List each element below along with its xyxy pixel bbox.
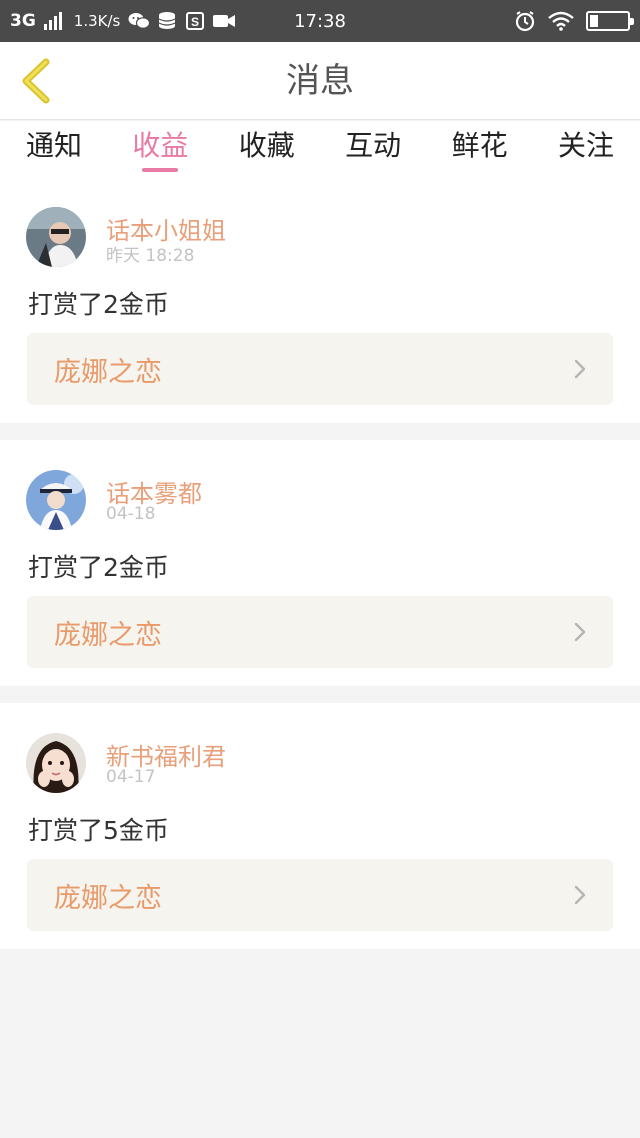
chevron-right-icon [573, 884, 587, 906]
tab-notifications[interactable]: 通知 [26, 121, 82, 177]
network-speed: 1.3K/s [73, 12, 121, 30]
avatar[interactable] [26, 207, 86, 267]
tab-favorites[interactable]: 收藏 [239, 121, 295, 177]
message-card: 话本雾都 04-18 打赏了2金币 庞娜之恋 [0, 440, 640, 686]
battery-icon [586, 11, 634, 31]
database-icon [158, 11, 178, 31]
wechat-icon [128, 12, 151, 30]
wifi-icon [548, 11, 574, 31]
post-time: 04-17 [106, 767, 156, 787]
book-title: 庞娜之恋 [54, 619, 162, 651]
book-link[interactable]: 庞娜之恋 [27, 333, 613, 405]
book-title: 庞娜之恋 [54, 356, 162, 388]
avatar[interactable] [26, 470, 86, 530]
book-link[interactable]: 庞娜之恋 [27, 859, 613, 931]
tab-follows[interactable]: 关注 [558, 121, 614, 177]
message-card: 话本小姐姐 昨天 18:28 打赏了2金币 庞娜之恋 [0, 177, 640, 423]
tab-flowers[interactable]: 鲜花 [452, 121, 508, 177]
status-bar: 3G 1.3K/s S 17:38 [0, 0, 640, 42]
svg-text:S: S [191, 15, 199, 29]
message-list: 话本小姐姐 昨天 18:28 打赏了2金币 庞娜之恋 话本雾都 04-18 打赏… [0, 177, 640, 966]
message-text: 打赏了2金币 [28, 290, 169, 319]
s-app-icon: S [186, 12, 205, 30]
message-card: 新书福利君 04-17 打赏了5金币 庞娜之恋 [0, 703, 640, 949]
post-time: 04-18 [106, 504, 156, 524]
video-icon [212, 13, 236, 29]
chevron-right-icon [573, 621, 587, 643]
book-title: 庞娜之恋 [54, 882, 162, 914]
avatar[interactable] [26, 733, 86, 793]
chevron-right-icon [573, 358, 587, 380]
page-title: 消息 [286, 61, 354, 101]
post-time: 昨天 18:28 [106, 246, 195, 266]
alarm-icon [514, 10, 536, 32]
message-text: 打赏了5金币 [28, 816, 169, 845]
tab-interactions[interactable]: 互动 [345, 121, 401, 177]
header-bar: 消息 [0, 42, 640, 120]
book-link[interactable]: 庞娜之恋 [27, 596, 613, 668]
tab-earnings[interactable]: 收益 [132, 121, 188, 177]
signal-icon [43, 12, 62, 30]
tab-bar: 通知 收益 收藏 互动 鲜花 关注 [0, 121, 640, 177]
message-text: 打赏了2金币 [28, 553, 169, 582]
network-type: 3G [10, 11, 36, 31]
